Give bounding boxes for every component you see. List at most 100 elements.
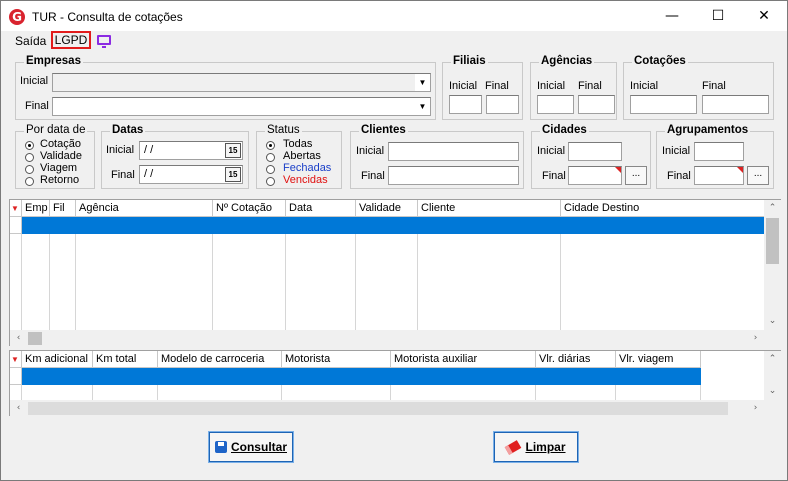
detail-grid[interactable]: ▼ Km adicional Km total Modelo de carroc… — [9, 350, 781, 417]
radio-retorno[interactable] — [25, 177, 34, 186]
col-header-motorista[interactable]: Motorista — [282, 351, 391, 368]
col-header-modelo-carroceria[interactable]: Modelo de carroceria — [158, 351, 282, 368]
grid-col-line — [22, 385, 93, 400]
menu-lgpd[interactable]: LGPD — [51, 31, 91, 49]
radio-todas-label[interactable]: Todas — [283, 138, 312, 150]
row-indicator — [10, 217, 22, 234]
minimize-button[interactable]: — — [649, 1, 695, 31]
datas-inicial-input[interactable]: / / 15 — [139, 141, 243, 160]
clientes-final-input[interactable] — [388, 166, 519, 185]
agrupamentos-final-input[interactable] — [694, 166, 744, 185]
calendar-icon[interactable]: 15 — [225, 167, 241, 182]
radio-abertas-label[interactable]: Abertas — [283, 150, 321, 162]
col-header-data[interactable]: Data — [286, 200, 356, 217]
radio-fechadas[interactable] — [266, 165, 275, 174]
scroll-left-icon[interactable]: ‹ — [10, 400, 27, 417]
title-bar: G TUR - Consulta de cotações — ☐ ✕ — [1, 1, 787, 31]
col-header-km-total[interactable]: Km total — [93, 351, 158, 368]
scroll-thumb[interactable] — [28, 402, 728, 415]
scroll-up-icon[interactable]: ⌃ — [764, 200, 781, 217]
filiais-group: Filiais Inicial Final — [442, 55, 523, 120]
radio-viagem-label[interactable]: Viagem — [40, 162, 77, 174]
scroll-corner — [764, 400, 781, 417]
cotacoes-grid[interactable]: ▼ Emp Fil Agência Nº Cotação Data Valida… — [9, 199, 781, 347]
horizontal-scrollbar[interactable]: ‹ › — [10, 400, 764, 417]
filiais-inicial-input[interactable] — [449, 95, 482, 114]
radio-viagem[interactable] — [25, 165, 34, 174]
radio-vencidas-label[interactable]: Vencidas — [283, 174, 328, 186]
chevron-down-icon[interactable]: ▼ — [415, 74, 430, 91]
scroll-down-icon[interactable]: ⌄ — [764, 313, 781, 330]
col-header-motorista-auxiliar[interactable]: Motorista auxiliar — [391, 351, 536, 368]
col-header-fil[interactable]: Fil — [50, 200, 76, 217]
empresas-final-combo[interactable]: ▼ — [52, 97, 431, 116]
radio-retorno-label[interactable]: Retorno — [40, 174, 79, 186]
agencias-final-label: Final — [578, 80, 602, 92]
datas-final-input[interactable]: / / 15 — [139, 165, 243, 184]
scroll-right-icon[interactable]: › — [747, 400, 764, 417]
scroll-right-icon[interactable]: › — [747, 330, 764, 347]
radio-vencidas[interactable] — [266, 177, 275, 186]
scroll-thumb[interactable] — [766, 218, 779, 264]
horizontal-scrollbar[interactable]: ‹ › — [10, 330, 764, 347]
radio-validade[interactable] — [25, 153, 34, 162]
col-header-emp[interactable]: Emp — [22, 200, 50, 217]
col-header-km-adicional[interactable]: Km adicional — [22, 351, 93, 368]
grid-col-line — [10, 385, 22, 400]
chevron-down-icon[interactable]: ▼ — [415, 98, 430, 115]
table-row-selected[interactable] — [22, 217, 764, 234]
grid-col-line — [536, 385, 616, 400]
scroll-down-icon[interactable]: ⌄ — [764, 383, 781, 400]
scroll-thumb[interactable] — [28, 332, 42, 345]
agrupamentos-inicial-input[interactable] — [694, 142, 744, 161]
cidades-final-input[interactable] — [568, 166, 622, 185]
agencias-inicial-input[interactable] — [537, 95, 574, 114]
empresas-final-label: Final — [25, 100, 49, 112]
agrupamentos-lookup-button[interactable]: ... — [747, 166, 769, 185]
datas-final-label: Final — [111, 169, 135, 181]
maximize-button[interactable]: ☐ — [695, 1, 741, 31]
col-header-cliente[interactable]: Cliente — [418, 200, 561, 217]
cidades-final-label: Final — [542, 170, 566, 182]
agrupamentos-final-label: Final — [667, 170, 691, 182]
scroll-up-icon[interactable]: ⌃ — [764, 351, 781, 368]
cidades-inicial-input[interactable] — [568, 142, 622, 161]
scroll-left-icon[interactable]: ‹ — [10, 330, 27, 347]
radio-cotacao-label[interactable]: Cotação — [40, 138, 81, 150]
cotacoes-inicial-input[interactable] — [630, 95, 697, 114]
grid-indicator-icon: ▼ — [10, 351, 22, 368]
calendar-icon[interactable]: 15 — [225, 143, 241, 158]
monitor-icon[interactable] — [97, 35, 111, 48]
datas-inicial-value: / / — [144, 144, 154, 156]
radio-validade-label[interactable]: Validade — [40, 150, 82, 162]
col-header-cidade-destino[interactable]: Cidade Destino — [561, 200, 764, 217]
cotacoes-final-input[interactable] — [702, 95, 769, 114]
required-marker-icon — [615, 167, 621, 173]
col-header-agencia[interactable]: Agência — [76, 200, 213, 217]
cidades-lookup-button[interactable]: ... — [625, 166, 647, 185]
clientes-inicial-input[interactable] — [388, 142, 519, 161]
radio-fechadas-label[interactable]: Fechadas — [283, 162, 331, 174]
consultar-button[interactable]: Consultar — [208, 431, 294, 463]
col-header-validade[interactable]: Validade — [356, 200, 418, 217]
radio-todas[interactable] — [266, 141, 275, 150]
radio-cotacao[interactable] — [25, 141, 34, 150]
cotacoes-legend: Cotações — [632, 55, 688, 67]
col-header-n-cotacao[interactable]: Nº Cotação — [213, 200, 286, 217]
vertical-scrollbar[interactable]: ⌃ ⌄ — [764, 200, 781, 330]
table-row-selected[interactable] — [22, 368, 701, 385]
datas-final-value: / / — [144, 168, 154, 180]
empresas-inicial-combo[interactable]: ▼ — [52, 73, 431, 92]
filiais-final-input[interactable] — [486, 95, 519, 114]
radio-abertas[interactable] — [266, 153, 275, 162]
status-group: Status Todas Abertas Fechadas Vencidas — [256, 124, 342, 189]
col-header-vlr-viagem[interactable]: Vlr. viagem — [616, 351, 701, 368]
cidades-inicial-label: Inicial — [537, 145, 566, 157]
cotacoes-group: Cotações Inicial Final — [623, 55, 774, 120]
agencias-final-input[interactable] — [578, 95, 615, 114]
menu-saida[interactable]: Saída — [15, 34, 46, 48]
vertical-scrollbar[interactable]: ⌃ ⌄ — [764, 351, 781, 400]
close-button[interactable]: ✕ — [741, 1, 787, 31]
col-header-vlr-diarias[interactable]: Vlr. diárias — [536, 351, 616, 368]
limpar-button[interactable]: Limpar — [493, 431, 579, 463]
